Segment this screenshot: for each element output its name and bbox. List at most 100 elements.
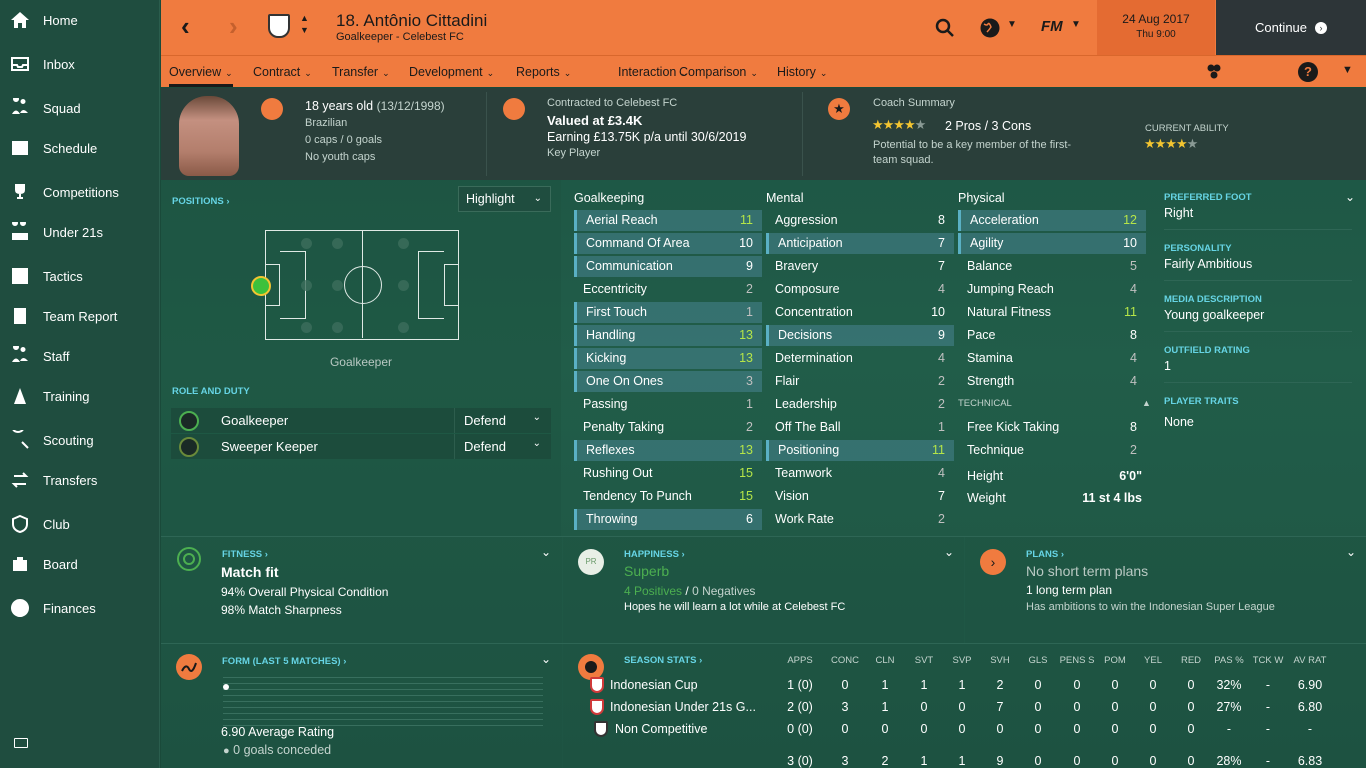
attribute-row[interactable]: Work Rate 2 xyxy=(766,509,954,530)
chevron-down-icon[interactable]: ⌄ xyxy=(541,545,551,559)
negatives-count[interactable]: 0 Negatives xyxy=(692,584,755,598)
sidebar-item-home[interactable]: Home xyxy=(0,0,159,40)
collapse-icon[interactable]: ▲ xyxy=(1142,398,1151,408)
attribute-row[interactable]: Decisions 9 xyxy=(766,325,954,346)
attribute-row[interactable]: Leadership 2 xyxy=(766,394,954,415)
sidebar-item-competitions[interactable]: Competitions xyxy=(0,172,159,212)
tab-transfer[interactable]: Transfer ⌄ xyxy=(332,65,390,79)
attribute-row[interactable]: Handling 13 xyxy=(574,325,762,346)
sidebar-item-staff[interactable]: Staff xyxy=(0,336,159,376)
role-row[interactable]: Goalkeeper Defend ⌄ xyxy=(171,408,551,433)
attribute-row[interactable]: Positioning 11 xyxy=(766,440,954,461)
attribute-row[interactable]: Reflexes 13 xyxy=(574,440,762,461)
people-icon[interactable] xyxy=(1205,63,1223,81)
duty-dropdown[interactable]: Defend ⌄ xyxy=(454,408,551,433)
attribute-row[interactable]: Communication 9 xyxy=(574,256,762,277)
fitness-title[interactable]: FITNESS › xyxy=(222,549,268,560)
tab-development[interactable]: Development ⌄ xyxy=(409,65,494,79)
form-title[interactable]: FORM (LAST 5 MATCHES) › xyxy=(222,656,346,667)
attribute-row[interactable]: Rushing Out 15 xyxy=(574,463,762,484)
attribute-row[interactable]: Jumping Reach 4 xyxy=(958,279,1146,300)
attribute-row[interactable]: Aggression 8 xyxy=(766,210,954,231)
plans-title[interactable]: PLANS › xyxy=(1026,549,1064,560)
date-box[interactable]: 24 Aug 2017 Thu 9:00 xyxy=(1097,0,1215,55)
stat-header[interactable]: GLS xyxy=(1018,655,1058,666)
attribute-row[interactable]: Technique 2 xyxy=(958,440,1146,461)
attribute-row[interactable]: Natural Fitness 11 xyxy=(958,302,1146,323)
sidebar-item-under-21s[interactable]: Under 21s xyxy=(0,212,159,252)
stat-header[interactable]: POM xyxy=(1095,655,1135,666)
keyboard-icon[interactable] xyxy=(14,738,28,748)
attribute-row[interactable]: Anticipation 7 xyxy=(766,233,954,254)
chevron-down-icon[interactable]: ▼ xyxy=(1007,19,1017,30)
attribute-row[interactable]: One On Ones 3 xyxy=(574,371,762,392)
competition-name[interactable]: Indonesian Cup xyxy=(610,678,698,692)
tab-overview[interactable]: Overview ⌄ xyxy=(169,65,233,87)
stat-header[interactable]: TCK W xyxy=(1248,655,1288,666)
stat-header[interactable]: AV RAT xyxy=(1290,655,1330,666)
attribute-row[interactable]: Teamwork 4 xyxy=(766,463,954,484)
chevron-down-icon[interactable]: ⌄ xyxy=(541,652,551,666)
sidebar-item-inbox[interactable]: Inbox xyxy=(0,44,159,84)
tab-contract[interactable]: Contract ⌄ xyxy=(253,65,312,79)
attribute-row[interactable]: Composure 4 xyxy=(766,279,954,300)
stat-header[interactable]: APPS xyxy=(780,655,820,666)
stat-header[interactable]: PAS % xyxy=(1209,655,1249,666)
duty-dropdown[interactable]: Defend ⌄ xyxy=(454,434,551,459)
chevron-down-icon[interactable]: ⌄ xyxy=(1345,190,1355,204)
competition-name[interactable]: Non Competitive xyxy=(615,722,707,736)
season-stats-title[interactable]: SEASON STATS › xyxy=(624,655,702,666)
attribute-row[interactable]: First Touch 1 xyxy=(574,302,762,323)
chevron-down-icon[interactable]: ▼ xyxy=(1342,64,1353,76)
attribute-row[interactable]: Throwing 6 xyxy=(574,509,762,530)
attribute-row[interactable]: Passing 1 xyxy=(574,394,762,415)
back-arrow-icon[interactable]: ‹ xyxy=(181,13,190,39)
prev-next-player-icon[interactable]: ▲ ▼ xyxy=(300,12,309,36)
attribute-row[interactable]: Vision 7 xyxy=(766,486,954,507)
sidebar-item-club[interactable]: Club xyxy=(0,504,159,544)
sidebar-item-tactics[interactable]: Tactics xyxy=(0,256,159,296)
attribute-row[interactable]: Agility 10 xyxy=(958,233,1146,254)
stat-header[interactable]: YEL xyxy=(1133,655,1173,666)
attribute-row[interactable]: Bravery 7 xyxy=(766,256,954,277)
sidebar-item-scouting[interactable]: Scouting xyxy=(0,420,159,460)
sidebar-item-squad[interactable]: Squad xyxy=(0,88,159,128)
stat-header[interactable]: RED xyxy=(1171,655,1211,666)
attribute-row[interactable]: Acceleration 12 xyxy=(958,210,1146,231)
sidebar-item-training[interactable]: Training xyxy=(0,376,159,416)
help-icon[interactable]: ? xyxy=(1298,62,1318,82)
attribute-row[interactable]: Free Kick Taking 8 xyxy=(958,417,1146,438)
attribute-row[interactable]: Penalty Taking 2 xyxy=(574,417,762,438)
attribute-row[interactable]: Aerial Reach 11 xyxy=(574,210,762,231)
globe-icon[interactable] xyxy=(979,17,1001,39)
attribute-row[interactable]: Command Of Area 10 xyxy=(574,233,762,254)
stat-header[interactable]: PENS S xyxy=(1057,655,1097,666)
attribute-row[interactable]: Stamina 4 xyxy=(958,348,1146,369)
chevron-down-icon[interactable]: ⌄ xyxy=(1346,545,1356,559)
fm-logo[interactable]: FM xyxy=(1041,18,1063,35)
sidebar-item-schedule[interactable]: Schedule xyxy=(0,128,159,168)
tab-interaction[interactable]: Interaction ⌄ xyxy=(618,65,688,79)
tab-reports[interactable]: Reports ⌄ xyxy=(516,65,571,79)
positives-count[interactable]: 4 Positives xyxy=(624,584,682,598)
attribute-row[interactable]: Balance 5 xyxy=(958,256,1146,277)
forward-arrow-icon[interactable]: › xyxy=(229,13,238,39)
competition-name[interactable]: Indonesian Under 21s G... xyxy=(610,700,756,714)
stat-header[interactable]: CLN xyxy=(865,655,905,666)
attribute-row[interactable]: Pace 8 xyxy=(958,325,1146,346)
attribute-row[interactable]: Determination 4 xyxy=(766,348,954,369)
attribute-row[interactable]: Eccentricity 2 xyxy=(574,279,762,300)
highlight-dropdown[interactable]: Highlight ⌄ xyxy=(458,186,551,212)
continue-button[interactable]: Continue › xyxy=(1216,0,1366,55)
attribute-row[interactable]: Kicking 13 xyxy=(574,348,762,369)
attribute-row[interactable]: Off The Ball 1 xyxy=(766,417,954,438)
stat-header[interactable]: SVT xyxy=(904,655,944,666)
chevron-down-icon[interactable]: ▼ xyxy=(1071,19,1081,30)
sidebar-item-transfers[interactable]: Transfers xyxy=(0,460,159,500)
sidebar-item-finances[interactable]: Finances xyxy=(0,588,159,628)
role-row[interactable]: Sweeper Keeper Defend ⌄ xyxy=(171,434,551,459)
sidebar-item-team-report[interactable]: Team Report xyxy=(0,296,159,336)
stat-header[interactable]: CONC xyxy=(825,655,865,666)
search-icon[interactable] xyxy=(934,17,956,39)
tab-comparison[interactable]: Comparison ⌄ xyxy=(679,65,758,79)
